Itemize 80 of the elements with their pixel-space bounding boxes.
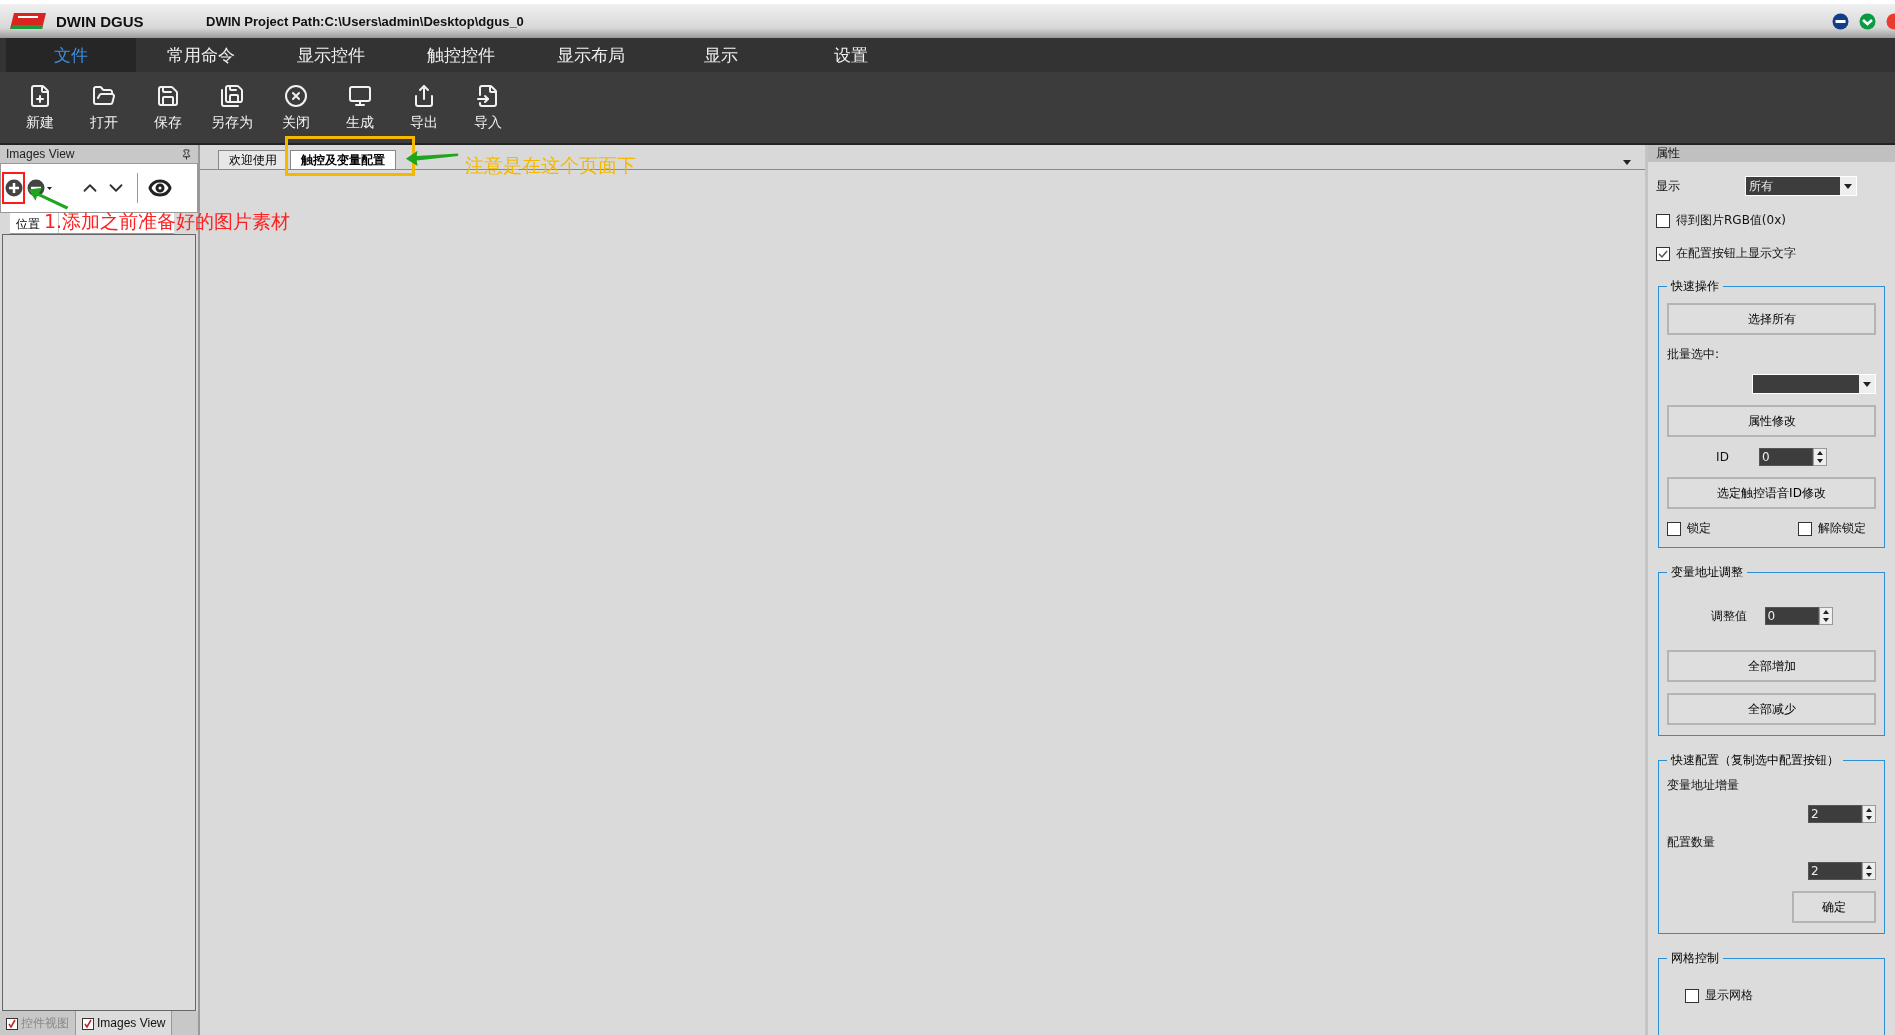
check-icon[interactable] bbox=[1859, 12, 1876, 30]
pointer-arrow bbox=[404, 148, 460, 166]
batch-label: 批量选中: bbox=[1667, 346, 1721, 363]
monitor-icon bbox=[348, 83, 372, 108]
toolbar-button[interactable]: 新建 bbox=[8, 72, 72, 143]
folder-icon bbox=[92, 83, 116, 108]
pane-title: Images View bbox=[6, 147, 75, 161]
modify-button[interactable]: 属性修改 bbox=[1667, 405, 1876, 437]
menu-tab[interactable]: 触控控件 bbox=[396, 38, 526, 72]
add-icon[interactable] bbox=[5, 179, 23, 197]
close-icon bbox=[284, 83, 308, 108]
caret-icon bbox=[1863, 381, 1871, 387]
menu-tab[interactable]: 显示布局 bbox=[526, 38, 656, 72]
file-plus-icon bbox=[28, 83, 52, 108]
checkbox[interactable] bbox=[1656, 246, 1670, 261]
checkbox[interactable] bbox=[1685, 988, 1699, 1003]
group-title: 快速配置（复制选中配置按钮） bbox=[1670, 752, 1840, 769]
checkbox[interactable] bbox=[1656, 213, 1670, 228]
increase-all-button[interactable]: 全部增加 bbox=[1667, 650, 1876, 682]
app-name: DWIN DGUS bbox=[56, 12, 145, 30]
group-title: 快速操作 bbox=[1670, 278, 1720, 295]
spin-arrows-icon[interactable] bbox=[1812, 448, 1827, 466]
group-title: 变量地址调整 bbox=[1670, 564, 1744, 581]
toolbar-button[interactable]: 关闭 bbox=[264, 72, 328, 143]
menu-tab[interactable]: 设置 bbox=[786, 38, 916, 72]
checkbox-label: 在配置按钮上显示文字 bbox=[1676, 245, 1796, 262]
clipboard-check-icon bbox=[6, 1016, 18, 1030]
properties-title: 属性 bbox=[1656, 145, 1680, 162]
toolbar-button[interactable]: 导入 bbox=[456, 72, 520, 143]
toolbar-button[interactable]: 打开 bbox=[72, 72, 136, 143]
checkbox-label: 得到图片RGB值(0x) bbox=[1676, 212, 1786, 229]
voice-modify-button[interactable]: 选定触控语音ID修改 bbox=[1667, 477, 1876, 509]
logo-icon bbox=[10, 12, 46, 30]
annotation-text: 1.添加之前准备好的图片素材 bbox=[44, 209, 291, 234]
pin-icon[interactable] bbox=[181, 148, 192, 160]
document-tab[interactable]: 触控及变量配置 bbox=[290, 150, 396, 169]
batch-dropdown[interactable] bbox=[1752, 374, 1876, 394]
increment-field[interactable]: 2 bbox=[1808, 805, 1862, 823]
count-label: 配置数量 bbox=[1667, 834, 1716, 851]
window-title: DWIN Project Path:C:\Users\admin\Desktop\dgus_0 bbox=[206, 13, 525, 29]
select-all-button[interactable]: 选择所有 bbox=[1667, 303, 1876, 335]
count-field[interactable]: 2 bbox=[1808, 862, 1862, 880]
checkbox-label: 解除锁定 bbox=[1818, 520, 1866, 537]
menu-tab[interactable]: 文件 bbox=[6, 38, 136, 72]
display-dropdown[interactable]: 所有 bbox=[1745, 176, 1857, 196]
pane-tab[interactable]: Images View bbox=[76, 1011, 173, 1035]
menu-tab[interactable]: 常用命令 bbox=[136, 38, 266, 72]
share-icon bbox=[412, 83, 436, 108]
checkbox[interactable] bbox=[1667, 521, 1681, 536]
ok-button[interactable]: 确定 bbox=[1792, 891, 1876, 923]
increment-label: 变量地址增量 bbox=[1667, 777, 1740, 794]
menu-tab[interactable]: 显示控件 bbox=[266, 38, 396, 72]
checkbox[interactable] bbox=[1798, 521, 1812, 536]
minimize-icon[interactable] bbox=[1832, 12, 1849, 30]
menu-tab[interactable]: 显示 bbox=[656, 38, 786, 72]
toolbar-button[interactable]: 另存为 bbox=[200, 72, 264, 143]
spin-arrows-icon[interactable] bbox=[1818, 607, 1833, 625]
adjust-field[interactable]: 0 bbox=[1764, 607, 1819, 625]
checkbox-label: 显示网格 bbox=[1705, 987, 1753, 1004]
checkbox-label: 锁定 bbox=[1687, 520, 1711, 537]
spin-arrows-icon[interactable] bbox=[1862, 805, 1876, 823]
group-title: 网格控制 bbox=[1670, 950, 1720, 967]
file-import-icon bbox=[476, 83, 500, 108]
adjust-label: 调整值 bbox=[1710, 607, 1747, 625]
clipboard-check-icon bbox=[82, 1016, 94, 1030]
caret-icon bbox=[1623, 160, 1631, 165]
toolbar-button[interactable]: 生成 bbox=[328, 72, 392, 143]
id-field[interactable]: 0 bbox=[1758, 448, 1813, 466]
document-tab[interactable]: 欢迎使用 bbox=[218, 150, 288, 169]
annotation-text: 注意是在这个页面下 bbox=[465, 153, 636, 178]
spin-arrows-icon[interactable] bbox=[1862, 862, 1876, 880]
toolbar-button[interactable]: 导出 bbox=[392, 72, 456, 143]
floppy-disks-icon bbox=[220, 83, 244, 108]
highlight-frame bbox=[2, 172, 25, 204]
id-label: ID bbox=[1716, 450, 1729, 464]
decrease-all-button[interactable]: 全部减少 bbox=[1667, 693, 1876, 725]
display-label: 显示 bbox=[1656, 177, 1680, 195]
pointer-arrow bbox=[26, 186, 71, 212]
toolbar-button[interactable]: 保存 bbox=[136, 72, 200, 143]
caret-icon bbox=[1844, 183, 1852, 189]
